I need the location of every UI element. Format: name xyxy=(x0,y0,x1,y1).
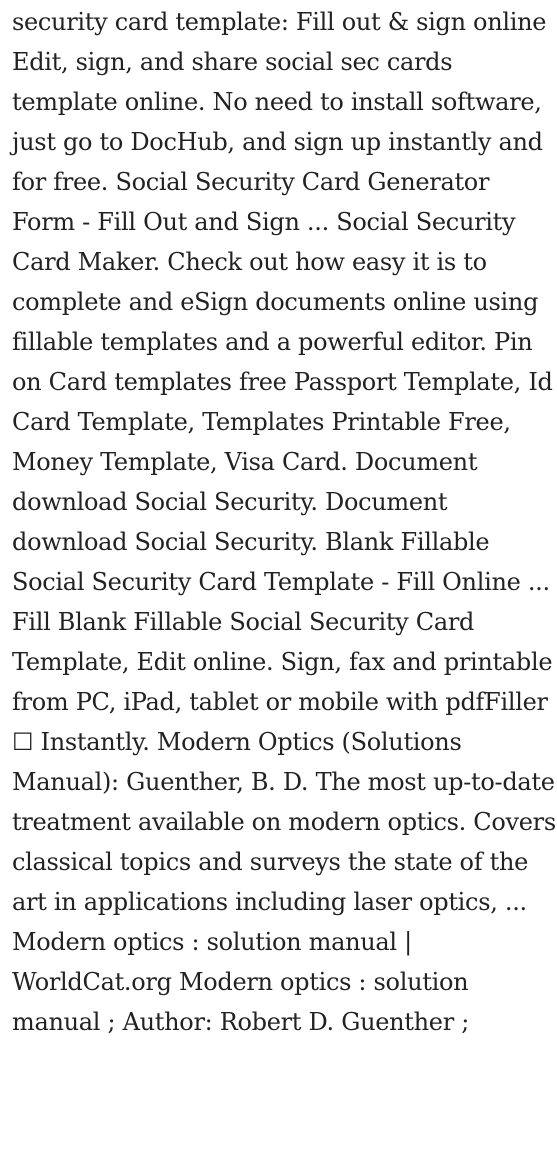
article-paragraph: security card template: Fill out & sign … xyxy=(12,8,556,1036)
article-page: security card template: Fill out & sign … xyxy=(0,0,557,1164)
